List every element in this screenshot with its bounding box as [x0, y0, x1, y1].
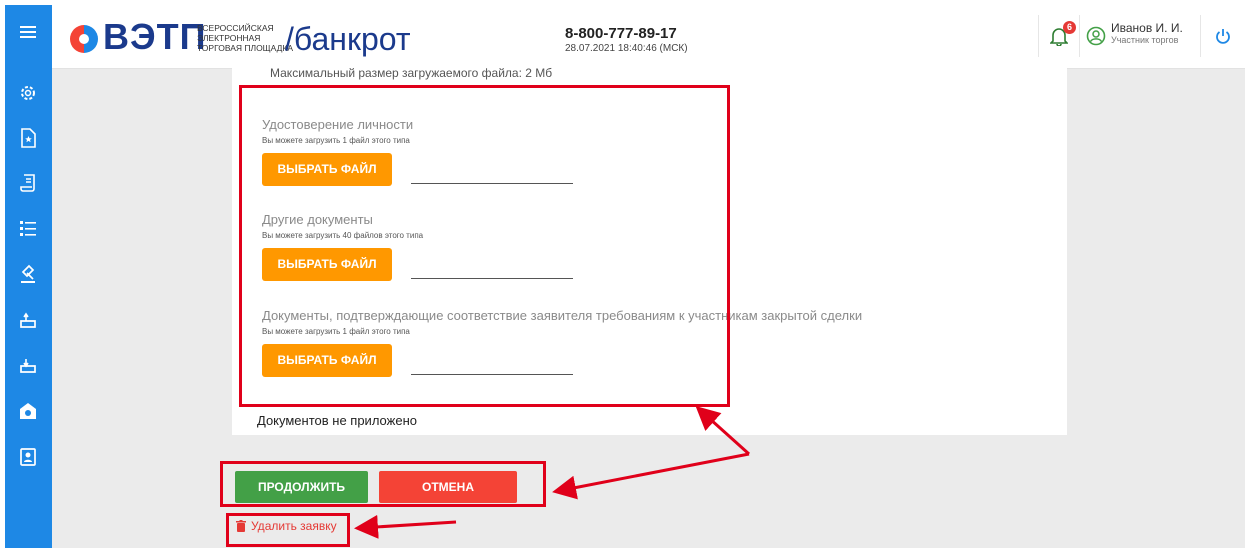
arrow-to-actions — [552, 452, 750, 500]
app-window: ВЭТП ВСЕРОССИЙСКАЯ ЭЛЕКТРОННАЯ ТОРГОВАЯ … — [5, 5, 1245, 548]
arrow-to-delete — [354, 514, 457, 539]
annotation-arrows — [354, 405, 751, 539]
arrow-to-documents — [695, 405, 751, 456]
